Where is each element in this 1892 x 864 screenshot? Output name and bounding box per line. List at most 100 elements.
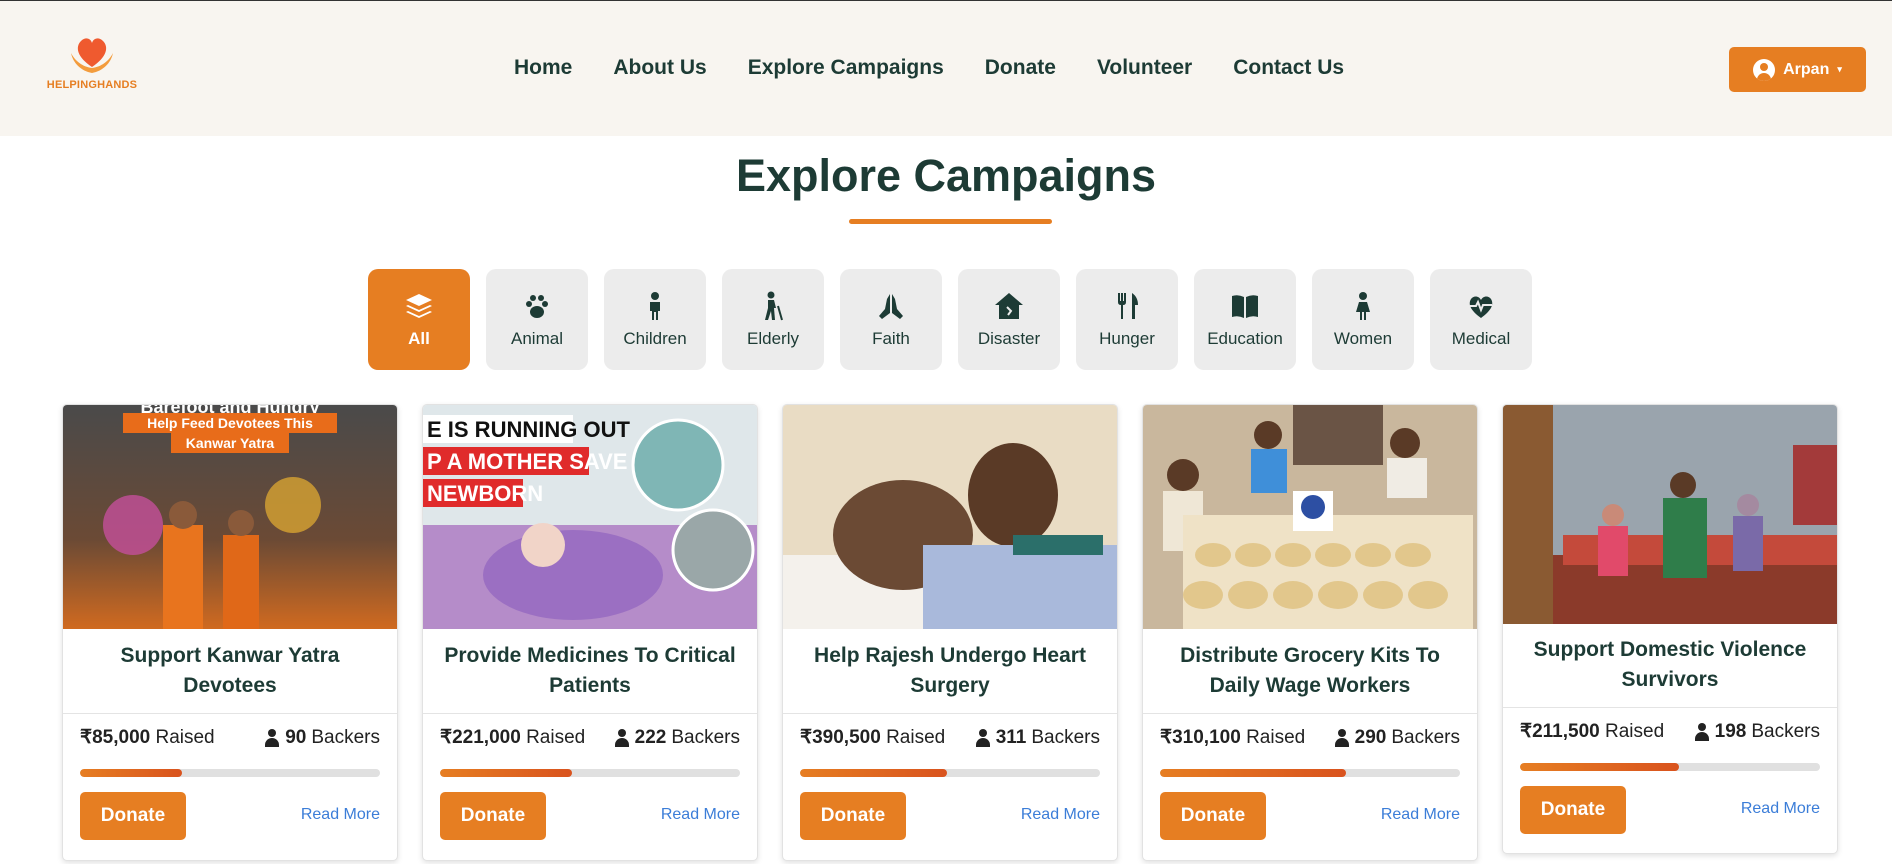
site-logo[interactable]: HELPINGHANDS <box>42 31 142 101</box>
card-divider <box>63 713 397 714</box>
donate-button[interactable]: Donate <box>80 792 186 840</box>
progress-bar <box>80 769 380 777</box>
category-label: Disaster <box>977 328 1041 348</box>
progress-fill <box>1160 769 1346 777</box>
read-more-link[interactable]: Read More <box>301 806 380 824</box>
raised-amount: ₹211,500 <box>1520 721 1600 742</box>
category-animal[interactable]: Animal <box>486 269 588 370</box>
category-all[interactable]: All <box>368 269 470 370</box>
user-icon <box>614 728 630 747</box>
campaign-image[interactable]: Barefoot and Hungry Help Feed Devotees T… <box>63 405 397 629</box>
campaign-image[interactable]: E IS RUNNING OUT P A MOTHER SAVE NEWBORN <box>423 405 757 629</box>
backers-label: Backers <box>1751 720 1820 742</box>
backers-stat: 198 Backers <box>1694 720 1820 743</box>
campaign-card: E IS RUNNING OUT P A MOTHER SAVE NEWBORN… <box>422 404 758 861</box>
user-icon <box>264 728 280 747</box>
site-header: HELPINGHANDS Home About Us Explore Campa… <box>0 1 1892 136</box>
nav-contact-us[interactable]: Contact Us <box>1233 56 1344 80</box>
utensils-icon <box>1118 292 1138 319</box>
page-title: Explore Campaigns <box>735 150 1157 201</box>
category-hunger[interactable]: Hunger <box>1076 269 1178 370</box>
card-divider <box>1143 713 1477 714</box>
raised-label: Raised <box>886 727 946 748</box>
category-disaster[interactable]: Disaster <box>958 269 1060 370</box>
nav-about-us[interactable]: About Us <box>613 56 706 80</box>
campaign-stats: ₹211,500 Raised 198 Backers <box>1520 720 1820 743</box>
campaign-image[interactable] <box>1143 405 1477 629</box>
image-caption: Help Feed Devotees This <box>147 415 313 431</box>
campaign-image[interactable] <box>783 405 1117 629</box>
progress-fill <box>80 769 182 777</box>
category-faith[interactable]: Faith <box>840 269 942 370</box>
backers-count: 90 <box>285 726 307 748</box>
backers-count: 290 <box>1354 726 1387 748</box>
donate-button[interactable]: Donate <box>1520 786 1626 834</box>
image-caption: NEWBORN <box>427 481 543 506</box>
heart-hands-icon <box>71 38 113 73</box>
user-icon <box>1694 722 1710 741</box>
read-more-link[interactable]: Read More <box>661 806 740 824</box>
child-icon <box>650 291 660 320</box>
house-damage-icon <box>995 292 1023 319</box>
nav-home[interactable]: Home <box>514 56 572 80</box>
progress-fill <box>1520 763 1679 771</box>
backers-count: 198 <box>1714 720 1747 742</box>
campaign-stats: ₹390,500 Raised 311 Backers <box>800 726 1100 749</box>
campaign-title: Support Domestic Violence Survivors <box>1533 638 1807 691</box>
campaign-title: Help Rajesh Undergo Heart Surgery <box>814 644 1086 697</box>
campaign-card: Support Domestic Violence Survivors ₹211… <box>1502 404 1838 854</box>
user-menu-button[interactable]: Arpan ▾ <box>1729 47 1866 92</box>
read-more-link[interactable]: Read More <box>1741 800 1820 818</box>
backers-count: 311 <box>995 726 1027 748</box>
backers-label: Backers <box>311 726 380 748</box>
category-label: Elderly <box>747 328 799 348</box>
campaign-image[interactable] <box>1503 405 1837 624</box>
card-divider <box>423 713 757 714</box>
category-women[interactable]: Women <box>1312 269 1414 370</box>
user-circle-icon <box>1753 58 1776 81</box>
backers-stat: 290 Backers <box>1334 726 1460 749</box>
user-icon <box>1334 728 1350 747</box>
category-label: Children <box>623 328 687 348</box>
category-label: Medical <box>1451 328 1511 348</box>
donate-button[interactable]: Donate <box>800 792 906 840</box>
backers-label: Backers <box>1391 726 1460 748</box>
backers-label: Backers <box>1031 726 1100 748</box>
elderly-walking-icon <box>765 291 783 320</box>
category-elderly[interactable]: Elderly <box>722 269 824 370</box>
card-divider <box>783 713 1117 714</box>
paw-icon <box>526 294 548 318</box>
praying-hands-icon <box>879 293 903 319</box>
raised-amount: ₹390,500 <box>800 727 881 748</box>
card-divider <box>1503 707 1837 708</box>
category-children[interactable]: Children <box>604 269 706 370</box>
read-more-link[interactable]: Read More <box>1021 806 1100 824</box>
category-label: Faith <box>872 328 910 348</box>
caret-down-icon: ▾ <box>1837 64 1842 74</box>
progress-bar <box>440 769 740 777</box>
campaign-title: Support Kanwar Yatra Devotees <box>120 644 340 697</box>
campaign-stats: ₹310,100 Raised 290 Backers <box>1160 726 1460 749</box>
heartbeat-icon <box>1469 295 1493 318</box>
category-label: Education <box>1207 328 1283 348</box>
read-more-link[interactable]: Read More <box>1381 806 1460 824</box>
donate-button[interactable]: Donate <box>440 792 546 840</box>
backers-label: Backers <box>671 726 740 748</box>
logo-text: HELPINGHANDS <box>46 79 138 91</box>
category-label: All <box>408 328 430 348</box>
nav-explore-campaigns[interactable]: Explore Campaigns <box>748 56 944 80</box>
raised-amount: ₹85,000 <box>80 727 151 748</box>
nav-volunteer[interactable]: Volunteer <box>1097 56 1192 80</box>
campaign-card: Distribute Grocery Kits To Daily Wage Wo… <box>1142 404 1478 861</box>
donate-button[interactable]: Donate <box>1160 792 1266 840</box>
nav-donate[interactable]: Donate <box>985 56 1056 80</box>
image-caption: Kanwar Yatra <box>186 435 275 451</box>
backers-stat: 90 Backers <box>264 726 380 749</box>
category-medical[interactable]: Medical <box>1430 269 1532 370</box>
layers-icon <box>406 293 432 318</box>
category-education[interactable]: Education <box>1194 269 1296 370</box>
campaign-stats: ₹85,000 Raised 90 Backers <box>80 726 380 749</box>
backers-count: 222 <box>634 726 667 748</box>
progress-bar <box>1160 769 1460 777</box>
title-underline <box>849 219 1052 224</box>
